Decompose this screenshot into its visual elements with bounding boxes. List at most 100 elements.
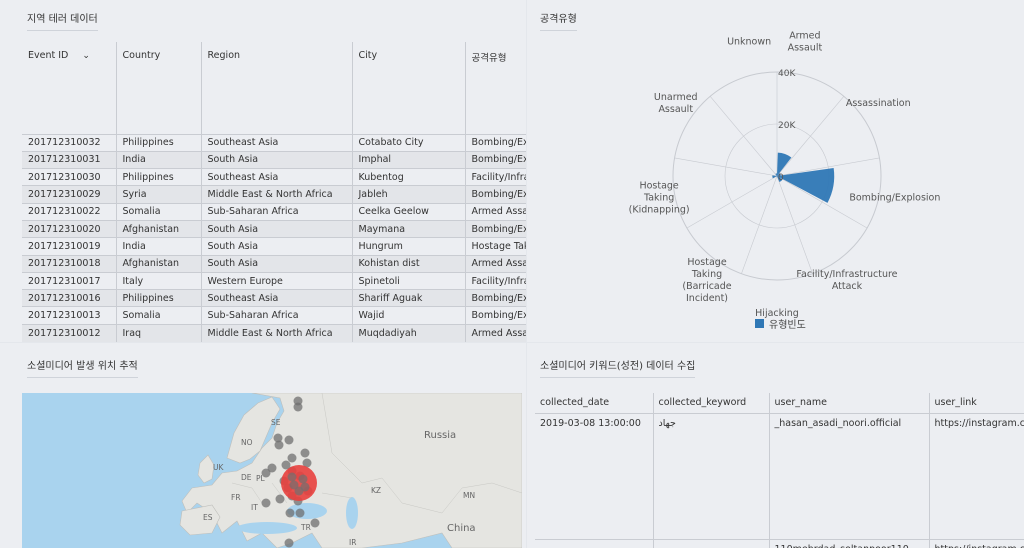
location-marker[interactable] (300, 448, 310, 458)
table-cell: Kohistan dist (352, 254, 466, 273)
user-link[interactable]: https://instagram.com/110mehrdad_soltanp… (929, 538, 1024, 548)
table-cell: Cotabato City (352, 133, 466, 152)
table-row[interactable]: 201712310013 Somalia Sub-Saharan Africa Waj… (22, 306, 526, 325)
column-header-user-link[interactable]: user_link (929, 393, 1024, 414)
table-cell: Jableh (352, 185, 466, 204)
hotspot-marker[interactable] (281, 465, 317, 501)
user-link[interactable]: https://instagram.com/_hasan_asadi_noori… (929, 413, 1024, 539)
location-marker[interactable] (275, 494, 285, 504)
table-cell: Somalia (116, 306, 202, 325)
table-row[interactable]: 201712310012 Iraq Middle East & North Afri… (22, 323, 526, 342)
table-row[interactable]: 201712310018 Afghanistan South Asia Kohista… (22, 254, 526, 273)
map-label: ES (203, 513, 213, 522)
category-label: Facility/Infrastructure Attack (796, 269, 897, 292)
table-cell: 201712310016 (22, 289, 117, 307)
map-label: NO (241, 438, 253, 447)
category-label-line: Assault (788, 42, 823, 53)
location-marker[interactable] (298, 474, 308, 484)
category-label-line: (Kidnapping) (629, 204, 690, 215)
table-row[interactable]: 2019-03-08 13:00:00 جهاد _hasan_asadi_noor… (535, 413, 1024, 539)
category-label-line: Hostage (687, 257, 726, 268)
table-row[interactable]: 110mehrdad_soltanpoor110https://instagra… (535, 538, 1024, 548)
radar-spoke (776, 96, 845, 177)
location-marker[interactable] (261, 468, 271, 478)
category-label-line: Incident) (686, 293, 728, 304)
table-row[interactable]: 201712310031 India South Asia Imphal Bombing… (22, 150, 526, 169)
category-label: Unarmed Assault (654, 92, 698, 115)
table-cell: Southeast Asia (201, 289, 353, 307)
chart-legend[interactable]: 유형빈도 (755, 316, 806, 331)
table-row[interactable]: 201712310029 Syria Middle East & North Afr… (22, 185, 526, 204)
table-row[interactable]: 201712310032 Philippines Southeast Asia Cot… (22, 133, 526, 152)
table-row[interactable]: 201712310022 Somalia Sub-Saharan Africa Cee… (22, 202, 526, 221)
table-row[interactable]: 201712310020 Afghanistan South Asia Maymana… (22, 219, 526, 238)
category-label: Hostage Taking (Kidnapping) (629, 180, 690, 215)
location-marker[interactable] (284, 435, 294, 445)
location-marker[interactable] (287, 453, 297, 463)
tick-label: 0 (778, 173, 784, 183)
location-marker[interactable] (287, 472, 297, 482)
table-cell: India (116, 150, 202, 169)
location-marker[interactable] (293, 402, 303, 412)
table-cell: Iraq (116, 323, 202, 342)
column-header-user-name[interactable]: user_name (769, 393, 930, 414)
table-cell: Facility/Infrastructure Attack (465, 271, 526, 290)
category-label: Assassination (846, 98, 911, 109)
location-marker[interactable] (285, 508, 295, 518)
table-cell: Spinetoli (352, 271, 466, 290)
table-cell: Armed Assault (465, 202, 526, 221)
location-marker[interactable] (261, 498, 271, 508)
chevron-down-icon[interactable]: ⌄ (82, 51, 90, 61)
location-marker[interactable] (274, 440, 284, 450)
table-cell: Facility/Infrastructure Attack (465, 168, 526, 186)
map-label: KZ (371, 486, 381, 495)
terror-data-panel: 지역 테러 데이터 Event ID ⌄ Country Region City … (0, 0, 526, 342)
table-cell: Sub-Saharan Africa (201, 306, 353, 325)
table-cell: Hostage Taking (465, 237, 526, 256)
table-row[interactable]: 201712310017 Italy Western Europe Spinetoli… (22, 271, 526, 290)
column-header-event-id[interactable]: Event ID ⌄ (22, 42, 117, 134)
map-label: IR (349, 538, 356, 547)
tick-label: 20K (778, 121, 796, 131)
table-cell: جهاد (653, 413, 770, 539)
table-row[interactable]: 201712310019 India South Asia Hungrum Hostag… (22, 237, 526, 256)
table-cell (653, 538, 770, 548)
table-cell: Afghanistan (116, 219, 202, 238)
table-cell: Armed Assault (465, 323, 526, 342)
table-cell: Somalia (116, 202, 202, 221)
category-label-line: Unknown (727, 36, 771, 47)
category-label-line: Bombing/Explosion (849, 192, 940, 203)
table-cell: Philippines (116, 289, 202, 307)
column-header-city[interactable]: City (352, 42, 466, 134)
legend-swatch (755, 319, 764, 328)
table-row[interactable]: 201712310030 Philippines Southeast Asia Kub… (22, 168, 526, 186)
table-row[interactable]: 201712310016 Philippines Southeast Asia Sha… (22, 289, 526, 307)
location-marker[interactable] (295, 508, 305, 518)
location-marker[interactable] (310, 518, 320, 528)
column-header-region[interactable]: Region (201, 42, 353, 134)
table-cell: Bombing/Explosion (465, 150, 526, 169)
category-label: Bombing/Explosion (849, 192, 940, 203)
column-header-collected-date[interactable]: collected_date (535, 393, 654, 414)
column-header-country[interactable]: Country (116, 42, 202, 134)
category-label-line: Assassination (846, 98, 911, 109)
column-header-attack-type[interactable]: 공격유형 (465, 42, 526, 134)
location-marker[interactable] (289, 480, 299, 490)
attack-type-radar-chart: 0 20K 40K Armed Assault Assassination Bombing/… (629, 30, 941, 319)
table-cell: South Asia (201, 150, 353, 169)
map-label: UK (213, 463, 224, 472)
table-cell: 2019-03-08 13:00:00 (535, 413, 654, 539)
table-cell: Imphal (352, 150, 466, 169)
tick-label: 40K (778, 69, 796, 79)
column-header-collected-keyword[interactable]: collected_keyword (653, 393, 770, 414)
terror-panel-title: 지역 테러 데이터 (27, 10, 98, 31)
table-cell: Italy (116, 271, 202, 290)
table-cell: 110mehrdad_soltanpoor110 (769, 538, 930, 548)
table-cell: Southeast Asia (201, 168, 353, 186)
table-cell: Sub-Saharan Africa (201, 202, 353, 221)
table-cell: Philippines (116, 133, 202, 152)
location-marker[interactable] (284, 538, 294, 548)
category-label: Armed Assault (788, 30, 823, 53)
table-cell: Wajid (352, 306, 466, 325)
location-map[interactable]: RussiaNOSEUKDE PLFRITESKZMNChinaTRIR (22, 393, 522, 548)
